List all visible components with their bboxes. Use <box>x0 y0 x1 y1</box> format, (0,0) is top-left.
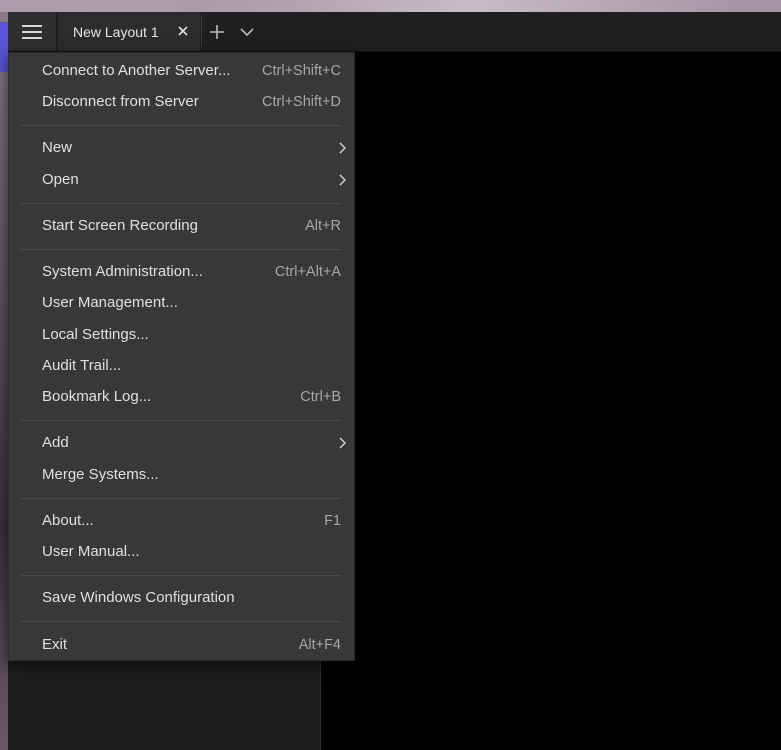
menu-item-exit[interactable]: Exit Alt+F4 <box>9 631 354 659</box>
menu-item-audit-trail[interactable]: Audit Trail... <box>9 352 354 380</box>
menu-separator <box>21 498 341 499</box>
menu-item-merge-systems[interactable]: Merge Systems... <box>9 461 354 489</box>
plus-icon[interactable] <box>206 21 228 43</box>
menu-item-label: Merge Systems... <box>42 466 159 483</box>
tab-divider <box>201 16 202 47</box>
menu-item-label: Connect to Another Server... <box>42 62 231 79</box>
menu-item-label: User Manual... <box>42 543 140 560</box>
menu-item-label: Open <box>42 171 79 188</box>
menu-item-shortcut: Ctrl+B <box>300 389 341 405</box>
chevron-right-icon <box>339 437 347 449</box>
menu-item-label: About... <box>42 512 94 529</box>
menu-item-open[interactable]: Open <box>9 166 354 194</box>
chevron-down-icon[interactable] <box>236 21 258 43</box>
menu-separator <box>21 575 341 576</box>
menu-item-bookmark-log[interactable]: Bookmark Log... Ctrl+B <box>9 383 354 411</box>
menu-separator <box>21 420 341 421</box>
menu-separator <box>21 621 341 622</box>
menu-item-shortcut: Ctrl+Shift+C <box>262 63 341 79</box>
main-menu: Connect to Another Server... Ctrl+Shift+… <box>8 52 355 661</box>
menu-item-label: Audit Trail... <box>42 357 122 374</box>
menu-item-label: New <box>42 139 73 156</box>
menu-item-label: User Management... <box>42 294 178 311</box>
menu-item-label: Bookmark Log... <box>42 388 152 405</box>
chevron-right-icon <box>339 142 347 154</box>
menu-separator <box>21 249 341 250</box>
menu-item-label: Add <box>42 434 69 451</box>
desktop-app-icon <box>0 22 8 72</box>
desktop-edge <box>0 12 8 750</box>
menu-item-label: Local Settings... <box>42 326 149 343</box>
menu-item-screen-recording[interactable]: Start Screen Recording Alt+R <box>9 212 354 240</box>
menu-item-shortcut: Ctrl+Shift+D <box>262 94 341 110</box>
menu-separator <box>21 125 341 126</box>
menu-item-new[interactable]: New <box>9 134 354 162</box>
menu-item-about[interactable]: About... F1 <box>9 507 354 535</box>
menu-item-label: Disconnect from Server <box>42 93 199 110</box>
menu-item-local-settings[interactable]: Local Settings... <box>9 321 354 349</box>
menu-item-shortcut: Alt+R <box>305 218 341 234</box>
menu-item-user-manual[interactable]: User Manual... <box>9 538 354 566</box>
menu-item-add[interactable]: Add <box>9 429 354 457</box>
chevron-right-icon <box>339 174 347 186</box>
main-menu-button[interactable] <box>8 12 56 51</box>
menu-item-shortcut: F1 <box>324 513 341 529</box>
tab-layout[interactable]: New Layout 1 <box>58 12 200 51</box>
close-icon[interactable] <box>176 24 190 38</box>
tab-label: New Layout 1 <box>73 23 159 40</box>
menu-item-shortcut: Ctrl+Alt+A <box>274 264 341 280</box>
tab-bar: New Layout 1 <box>8 12 781 52</box>
menu-item-system-administration[interactable]: System Administration... Ctrl+Alt+A <box>9 258 354 286</box>
menu-item-label: Start Screen Recording <box>42 217 198 234</box>
menu-item-shortcut: Alt+F4 <box>298 637 341 653</box>
menu-item-label: Save Windows Configuration <box>42 589 235 606</box>
scene-viewport[interactable] <box>321 52 781 750</box>
menu-item-disconnect[interactable]: Disconnect from Server Ctrl+Shift+D <box>9 88 354 116</box>
menu-item-user-management[interactable]: User Management... <box>9 289 354 317</box>
menu-item-save-windows-config[interactable]: Save Windows Configuration <box>9 584 354 612</box>
hamburger-icon <box>22 24 42 39</box>
menu-item-connect-server[interactable]: Connect to Another Server... Ctrl+Shift+… <box>9 57 354 85</box>
menu-separator <box>21 203 341 204</box>
menu-item-label: System Administration... <box>42 263 203 280</box>
menu-item-label: Exit <box>42 636 68 653</box>
